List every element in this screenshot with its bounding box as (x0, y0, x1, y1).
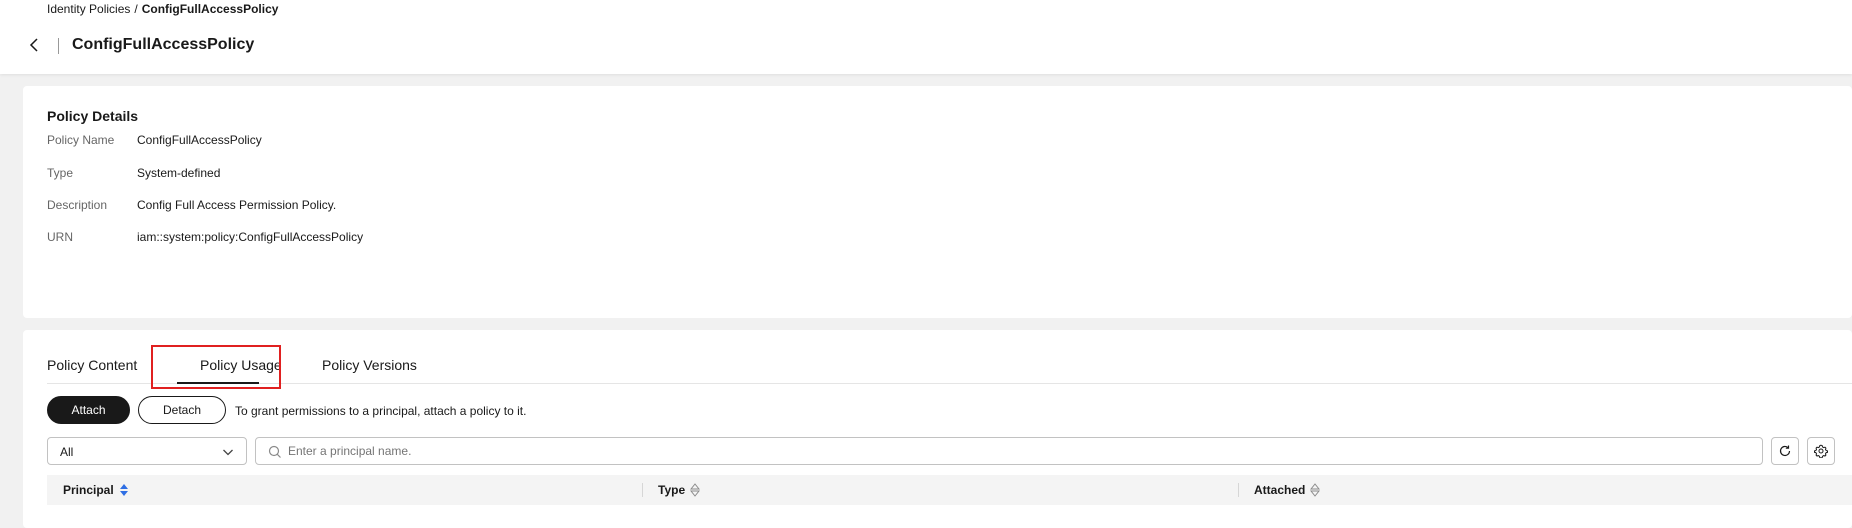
column-header-label: Principal (63, 483, 114, 497)
breadcrumb-parent-link[interactable]: Identity Policies (47, 2, 130, 16)
sort-icon[interactable] (690, 483, 701, 497)
column-header-attached[interactable]: Attached (1254, 475, 1321, 505)
column-header-principal[interactable]: Principal (63, 475, 129, 505)
principal-type-select[interactable]: All (47, 437, 247, 465)
detail-label-urn: URN (47, 230, 73, 244)
search-icon (268, 445, 281, 458)
page-title: ConfigFullAccessPolicy (72, 36, 255, 53)
detail-value-type: System-defined (137, 166, 221, 180)
sort-icon[interactable] (1310, 483, 1321, 497)
detail-label-description: Description (47, 198, 108, 212)
select-value: All (60, 445, 74, 459)
detail-value-policy-name: ConfigFullAccessPolicy (137, 133, 262, 147)
title-divider (58, 38, 59, 54)
refresh-icon (1779, 445, 1791, 457)
tab-bar: Policy Content Policy Usage Policy Versi… (47, 330, 1852, 384)
breadcrumb-current: ConfigFullAccessPolicy (141, 2, 279, 16)
attach-tip-text: To grant permissions to a principal, att… (235, 404, 527, 418)
refresh-button[interactable] (1771, 437, 1799, 465)
attach-button[interactable]: Attach (47, 396, 130, 424)
chevron-down-icon (223, 449, 233, 456)
tab-policy-content[interactable]: Policy Content (47, 357, 137, 373)
policy-usage-card: Policy Content Policy Usage Policy Versi… (23, 330, 1852, 528)
detail-value-description: Config Full Access Permission Policy. (137, 198, 337, 212)
column-header-label: Type (658, 483, 686, 497)
highlight-annotation-box (151, 345, 281, 389)
breadcrumb-separator: / (134, 2, 138, 16)
settings-button[interactable] (1807, 437, 1835, 465)
section-title: Policy Details (47, 108, 139, 124)
page-header: Identity Policies / ConfigFullAccessPolicy… (0, 0, 1852, 74)
tab-policy-versions[interactable]: Policy Versions (322, 357, 417, 373)
back-arrow-icon[interactable] (26, 36, 44, 54)
detail-label-policy-name: Policy Name (47, 133, 115, 147)
policy-details-card: Policy Details Policy Name ConfigFullAcc… (23, 86, 1852, 318)
detach-button[interactable]: Detach (138, 396, 226, 424)
table-header: Principal Type Attached (47, 475, 1852, 505)
search-box (255, 437, 1763, 465)
detail-label-type: Type (47, 166, 74, 180)
breadcrumb: Identity Policies / ConfigFullAccessPolicy (47, 2, 278, 16)
column-divider (1238, 483, 1239, 497)
gear-icon (1814, 444, 1828, 458)
search-input[interactable] (288, 441, 1748, 461)
column-divider (642, 483, 643, 497)
sort-active-icon[interactable] (119, 483, 129, 497)
column-header-label: Attached (1254, 483, 1306, 497)
detail-value-urn: iam::system:policy:ConfigFullAccessPolic… (137, 230, 364, 244)
column-header-type[interactable]: Type (658, 475, 701, 505)
